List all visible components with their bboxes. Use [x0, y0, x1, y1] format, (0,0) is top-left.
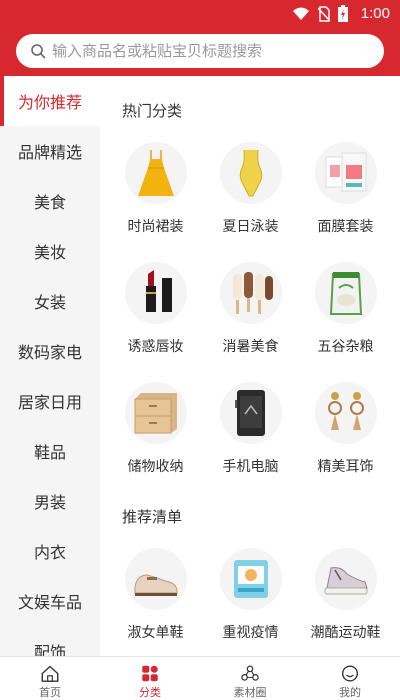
category-label: 时尚裙装 [127, 218, 184, 234]
sidebar-item-label: 美食 [33, 195, 66, 212]
loafer-icon [124, 548, 187, 610]
category-content: 热门分类 时尚裙装 夏日泳装 面膜套装 诱惑唇妆 消暑美食 五谷杂粮 储物收纳 … [100, 76, 400, 656]
sidebar-item-mens-wear[interactable]: 男装 [0, 476, 100, 526]
home-icon [41, 665, 59, 682]
recommend-label: 淑女单鞋 [127, 624, 184, 640]
sidebar-item-label: 品牌精选 [17, 145, 82, 162]
recommend-label: 重视疫情 [222, 624, 279, 640]
popsicle-icon [219, 262, 282, 324]
category-label: 诱惑唇妆 [127, 338, 184, 354]
recommend-item[interactable]: 重视疫情 [203, 548, 298, 656]
sidebar-item-label: 鞋品 [33, 445, 66, 462]
category-item[interactable]: 手机电脑 [203, 382, 298, 502]
face-mask-icon [314, 142, 377, 204]
category-sidebar: 为你推荐 品牌精选 美食 美妆 女装 数码家电 居家日用 鞋品 男装 内衣 文娱… [0, 76, 100, 656]
sidebar-item-label: 文娱车品 [17, 595, 82, 612]
tab-material-circle[interactable]: 素材圈 [200, 657, 300, 700]
app-header: 1:00 [0, 0, 400, 76]
tab-category[interactable]: 分类 [100, 657, 200, 700]
sidebar-item-brand-picks[interactable]: 品牌精选 [0, 126, 100, 176]
category-label: 面膜套装 [317, 218, 374, 234]
tab-label: 首页 [39, 687, 61, 699]
sidebar-item-label: 男装 [33, 495, 66, 512]
profile-icon [341, 665, 359, 682]
sidebar-item-label: 为你推荐 [17, 95, 82, 112]
category-label: 储物收纳 [127, 458, 184, 474]
category-item[interactable]: 消暑美食 [203, 262, 298, 382]
bottom-nav: 首页 分类 素材圈 我的 [0, 656, 400, 700]
category-item[interactable]: 面膜套装 [298, 142, 393, 262]
sidebar-item-home-goods[interactable]: 居家日用 [0, 376, 100, 426]
category-item[interactable]: 诱惑唇妆 [108, 262, 203, 382]
category-item[interactable]: 精美耳饰 [298, 382, 393, 502]
status-icons [292, 5, 348, 22]
sidebar-item-label: 女装 [33, 295, 66, 312]
search-icon [31, 44, 46, 59]
recommend-item[interactable]: 潮酷运动鞋 [298, 548, 393, 656]
storage-box-icon [124, 382, 187, 444]
sidebar-item-electronics[interactable]: 数码家电 [0, 326, 100, 376]
category-label: 手机电脑 [222, 458, 279, 474]
recommend-item[interactable]: 淑女单鞋 [108, 548, 203, 656]
dress-icon [124, 142, 187, 204]
category-item[interactable]: 五谷杂粮 [298, 262, 393, 382]
status-time: 1:00 [360, 5, 390, 22]
sidebar-item-womens-wear[interactable]: 女装 [0, 276, 100, 326]
tab-profile[interactable]: 我的 [300, 657, 400, 700]
sidebar-item-underwear[interactable]: 内衣 [0, 526, 100, 576]
sidebar-item-entertainment-auto[interactable]: 文娱车品 [0, 576, 100, 626]
grain-bag-icon [314, 262, 377, 324]
category-item[interactable]: 储物收纳 [108, 382, 203, 502]
section-title-hot: 热门分类 [122, 103, 183, 120]
wifi-icon [293, 7, 309, 20]
sidebar-item-label: 内衣 [33, 545, 66, 562]
sidebar-item-recommended[interactable]: 为你推荐 [0, 76, 100, 126]
tab-label: 素材圈 [233, 687, 267, 699]
sidebar-item-accessories[interactable]: 配饰 [0, 626, 100, 656]
earrings-icon [314, 382, 377, 444]
category-label: 夏日泳装 [222, 218, 279, 234]
recommend-label: 潮酷运动鞋 [310, 624, 381, 640]
tab-home[interactable]: 首页 [0, 657, 100, 700]
sidebar-item-food[interactable]: 美食 [0, 176, 100, 226]
sidebar-item-label: 居家日用 [17, 395, 82, 412]
category-item[interactable]: 夏日泳装 [203, 142, 298, 262]
sidebar-item-label: 数码家电 [17, 345, 82, 362]
category-icon [142, 665, 158, 682]
recommend-grid: 淑女单鞋 重视疫情 潮酷运动鞋 [100, 548, 400, 656]
sidebar-item-label: 美妆 [33, 245, 66, 262]
sidebar-item-beauty[interactable]: 美妆 [0, 226, 100, 276]
status-bar: 1:00 [0, 0, 400, 28]
sidebar-item-label: 配饰 [33, 645, 66, 656]
phone-icon [219, 382, 282, 444]
search-input[interactable] [52, 42, 372, 60]
medical-mask-icon [219, 548, 282, 610]
no-sim-icon [318, 5, 330, 22]
section-title-recommend: 推荐清单 [122, 509, 183, 526]
battery-charging-icon [338, 5, 348, 22]
sidebar-item-shoes[interactable]: 鞋品 [0, 426, 100, 476]
category-item[interactable]: 时尚裙装 [108, 142, 203, 262]
category-label: 精美耳饰 [317, 458, 374, 474]
tab-label: 分类 [139, 687, 161, 699]
lipstick-icon [124, 262, 187, 324]
material-circle-icon [241, 665, 259, 681]
category-label: 五谷杂粮 [317, 338, 374, 354]
category-label: 消暑美食 [222, 338, 279, 354]
tab-label: 我的 [339, 687, 361, 699]
search-bar[interactable] [16, 34, 384, 68]
hot-category-grid: 时尚裙装 夏日泳装 面膜套装 诱惑唇妆 消暑美食 五谷杂粮 储物收纳 手机电脑 … [100, 142, 400, 502]
swimsuit-icon [219, 142, 282, 204]
sneaker-icon [314, 548, 377, 610]
